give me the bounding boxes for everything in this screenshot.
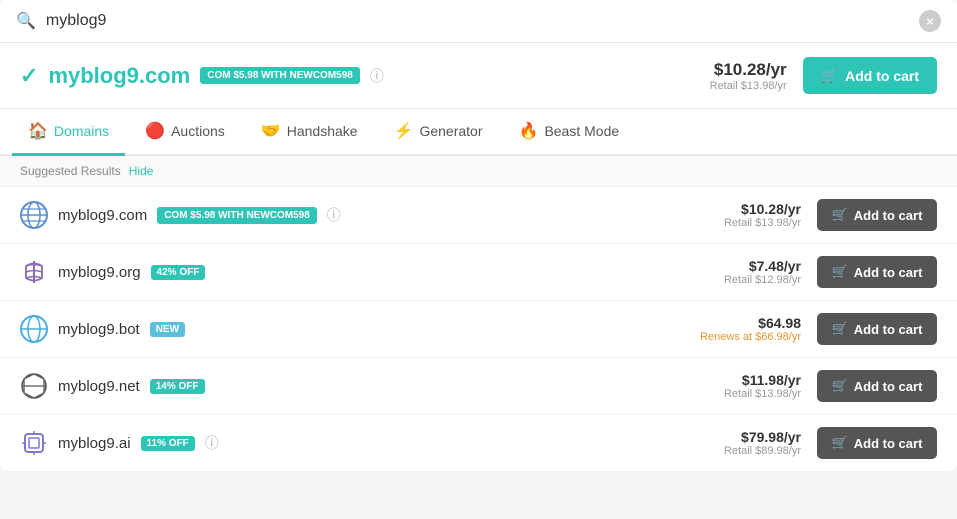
add-to-cart-label: Add to cart <box>854 436 923 451</box>
featured-add-to-cart-button[interactable]: 🛒 Add to cart <box>803 57 937 94</box>
add-to-cart-label: Add to cart <box>854 322 923 337</box>
suggested-results-label: Suggested Results <box>20 164 121 178</box>
row-price-secondary: Retail $12.98/yr <box>711 274 801 286</box>
check-icon: ✓ <box>20 63 38 89</box>
row-price-main: $10.28/yr <box>711 201 801 217</box>
domain-row-right: $64.98 Renews at $66.98/yr 🛒 Add to cart <box>700 313 937 345</box>
add-to-cart-label: Add to cart <box>854 208 923 223</box>
beast-mode-icon: 🔥 <box>519 121 539 141</box>
off-badge: 42% OFF <box>151 265 206 280</box>
handshake-icon: 🤝 <box>261 121 281 141</box>
domain-row-right: $10.28/yr Retail $13.98/yr 🛒 Add to cart <box>711 199 937 231</box>
row-price-block: $79.98/yr Retail $89.98/yr <box>711 429 801 457</box>
info-icon[interactable]: ⓘ <box>327 205 341 225</box>
cart-icon: 🛒 <box>832 378 848 394</box>
hide-link[interactable]: Hide <box>129 164 154 178</box>
domain-row: myblog9.ai 11% OFF ⓘ $79.98/yr Retail $8… <box>0 415 957 471</box>
domain-name: myblog9.ai <box>58 435 131 452</box>
domain-name: myblog9.net <box>58 378 140 395</box>
domain-name: myblog9.bot <box>58 321 140 338</box>
tab-generator[interactable]: ⚡ Generator <box>378 109 499 156</box>
row-price-block: $11.98/yr Retail $13.98/yr <box>711 372 801 400</box>
featured-price-block: $10.28/yr Retail $13.98/yr <box>710 60 787 92</box>
domain-row: myblog9.bot NEW $64.98 Renews at $66.98/… <box>0 301 957 358</box>
domain-row-left: myblog9.com COM $5.98 WITH NEWCOM598 ⓘ <box>20 201 711 229</box>
featured-domain: myblog9.com <box>48 63 190 89</box>
domain-name: myblog9.com <box>58 207 147 224</box>
featured-info-icon[interactable]: ⓘ <box>370 66 384 86</box>
tld-icon-com <box>20 201 48 229</box>
off-badge: 11% OFF <box>141 436 195 451</box>
row-price-main: $64.98 <box>700 315 801 331</box>
featured-result: ✓ myblog9.com COM $5.98 WITH NEWCOM598 ⓘ… <box>0 43 957 109</box>
auctions-icon: 🔴 <box>145 121 165 141</box>
search-icon: 🔍 <box>16 11 36 31</box>
domain-row-left: myblog9.org 42% OFF <box>20 258 711 286</box>
add-to-cart-label: Add to cart <box>854 379 923 394</box>
cart-icon: 🛒 <box>821 67 838 84</box>
row-price-block: $10.28/yr Retail $13.98/yr <box>711 201 801 229</box>
tld-icon-ai <box>20 429 48 457</box>
add-to-cart-button-1[interactable]: 🛒 Add to cart <box>817 256 937 288</box>
generator-icon: ⚡ <box>394 121 414 141</box>
domain-row: myblog9.org 42% OFF $7.48/yr Retail $12.… <box>0 244 957 301</box>
search-clear-button[interactable]: × <box>919 10 941 32</box>
tab-handshake[interactable]: 🤝 Handshake <box>245 109 374 156</box>
new-badge: NEW <box>150 322 185 337</box>
domain-row: myblog9.com COM $5.98 WITH NEWCOM598 ⓘ $… <box>0 187 957 244</box>
row-price-secondary: Renews at $66.98/yr <box>700 331 801 343</box>
featured-promo-badge: COM $5.98 WITH NEWCOM598 <box>200 67 360 84</box>
row-price-secondary: Retail $13.98/yr <box>711 217 801 229</box>
domain-row-right: $11.98/yr Retail $13.98/yr 🛒 Add to cart <box>711 370 937 402</box>
row-price-secondary: Retail $13.98/yr <box>711 388 801 400</box>
add-to-cart-button-0[interactable]: 🛒 Add to cart <box>817 199 937 231</box>
domain-row-right: $7.48/yr Retail $12.98/yr 🛒 Add to cart <box>711 256 937 288</box>
row-price-main: $7.48/yr <box>711 258 801 274</box>
row-price-block: $7.48/yr Retail $12.98/yr <box>711 258 801 286</box>
row-price-main: $79.98/yr <box>711 429 801 445</box>
cart-icon: 🛒 <box>832 435 848 451</box>
tab-domains[interactable]: 🏠 Domains <box>12 109 125 156</box>
info-icon[interactable]: ⓘ <box>205 433 219 453</box>
tabs-bar: 🏠 Domains 🔴 Auctions 🤝 Handshake ⚡ Gener… <box>0 109 957 156</box>
featured-price-main: $10.28/yr <box>710 60 787 80</box>
cart-icon: 🛒 <box>832 207 848 223</box>
domain-row-left: myblog9.ai 11% OFF ⓘ <box>20 429 711 457</box>
row-price-secondary: Retail $89.98/yr <box>711 445 801 457</box>
search-bar: 🔍 × <box>0 0 957 43</box>
tld-icon-org <box>20 258 48 286</box>
domain-row: myblog9.net 14% OFF $11.98/yr Retail $13… <box>0 358 957 415</box>
tld-icon-net <box>20 372 48 400</box>
domain-list: myblog9.com COM $5.98 WITH NEWCOM598 ⓘ $… <box>0 187 957 471</box>
domain-row-left: myblog9.bot NEW <box>20 315 700 343</box>
featured-left: ✓ myblog9.com COM $5.98 WITH NEWCOM598 ⓘ <box>20 63 384 89</box>
suggested-results-bar: Suggested Results Hide <box>0 156 957 187</box>
domains-icon: 🏠 <box>28 121 48 141</box>
search-input[interactable] <box>46 12 919 30</box>
featured-price-retail: Retail $13.98/yr <box>710 80 787 92</box>
add-to-cart-button-2[interactable]: 🛒 Add to cart <box>817 313 937 345</box>
add-to-cart-button-4[interactable]: 🛒 Add to cart <box>817 427 937 459</box>
domain-row-left: myblog9.net 14% OFF <box>20 372 711 400</box>
domain-row-right: $79.98/yr Retail $89.98/yr 🛒 Add to cart <box>711 427 937 459</box>
cart-icon: 🛒 <box>832 264 848 280</box>
domain-name: myblog9.org <box>58 264 141 281</box>
add-to-cart-label: Add to cart <box>854 265 923 280</box>
featured-right: $10.28/yr Retail $13.98/yr 🛒 Add to cart <box>710 57 937 94</box>
tab-beast-mode[interactable]: 🔥 Beast Mode <box>503 109 636 156</box>
add-to-cart-button-3[interactable]: 🛒 Add to cart <box>817 370 937 402</box>
tld-icon-bot <box>20 315 48 343</box>
cart-icon: 🛒 <box>832 321 848 337</box>
tab-auctions[interactable]: 🔴 Auctions <box>129 109 241 156</box>
row-price-main: $11.98/yr <box>711 372 801 388</box>
row-price-block: $64.98 Renews at $66.98/yr <box>700 315 801 343</box>
promo-badge: COM $5.98 WITH NEWCOM598 <box>157 207 317 224</box>
off-badge: 14% OFF <box>150 379 205 394</box>
